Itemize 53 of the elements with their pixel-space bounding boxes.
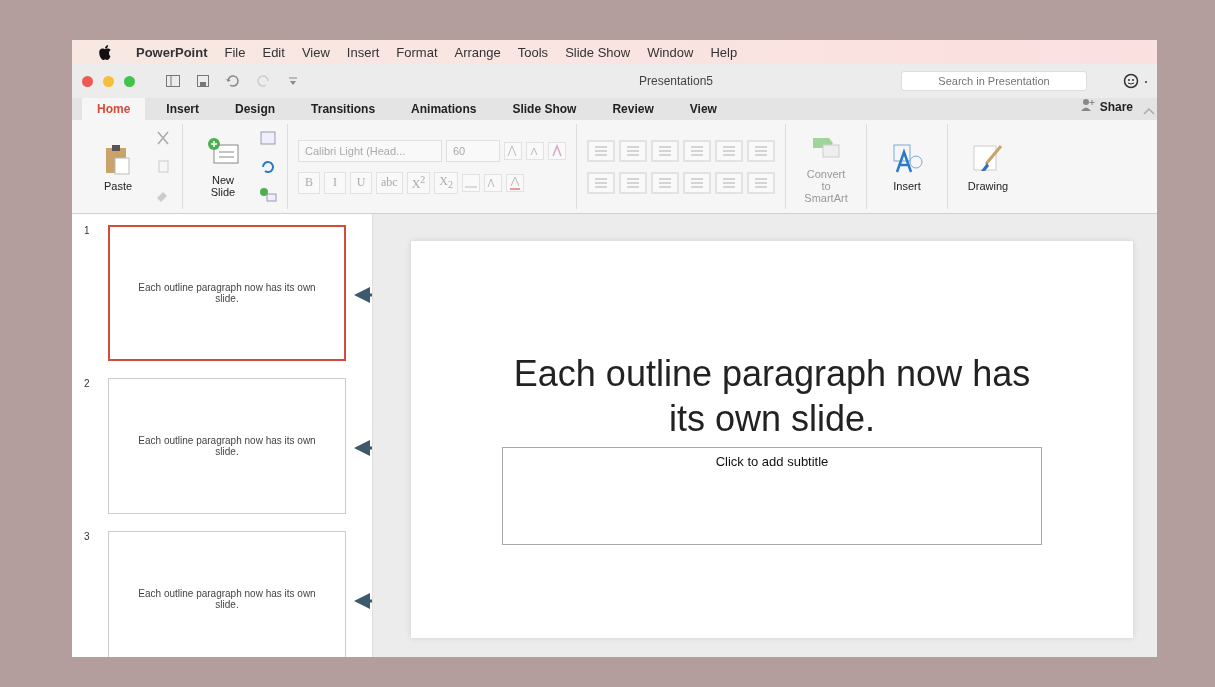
menu-item[interactable]: Arrange bbox=[454, 44, 501, 60]
close-button[interactable] bbox=[82, 75, 93, 87]
slide-number: 2 bbox=[84, 378, 88, 389]
grow-font-icon[interactable] bbox=[504, 141, 522, 160]
window-title: Presentation5 bbox=[637, 74, 715, 88]
smiley-icon[interactable] bbox=[1123, 73, 1149, 89]
menu-item[interactable]: Help bbox=[710, 44, 738, 60]
ribbon-tab[interactable]: Slide Show bbox=[497, 98, 592, 120]
thumbnail-text: Each outline paragraph now has its own slide. bbox=[137, 588, 317, 610]
menu-item[interactable]: Insert bbox=[346, 44, 380, 60]
menu-item[interactable]: View bbox=[301, 44, 330, 60]
slide-number: 3 bbox=[84, 531, 88, 542]
slide-thumbnail[interactable]: Each outline paragraph now has its own slide. bbox=[108, 378, 346, 514]
minimize-button[interactable] bbox=[103, 75, 114, 87]
paste-button[interactable]: Paste bbox=[88, 140, 148, 193]
ribbon-tab[interactable]: Insert bbox=[151, 98, 215, 120]
app-menu[interactable]: PowerPoint bbox=[136, 44, 208, 60]
slide-number: 1 bbox=[84, 225, 88, 236]
ribbon-tab[interactable]: Transitions bbox=[296, 98, 391, 120]
ribbon-tab[interactable]: View bbox=[674, 98, 732, 120]
menu-item[interactable]: Tools bbox=[517, 44, 549, 60]
redo-icon[interactable] bbox=[255, 73, 271, 89]
save-icon[interactable] bbox=[195, 73, 211, 89]
apple-icon bbox=[98, 44, 111, 60]
menu-item[interactable]: Format bbox=[396, 44, 438, 60]
ribbon-tab[interactable]: Home bbox=[82, 98, 146, 120]
undo-icon[interactable] bbox=[225, 73, 241, 89]
slide-title[interactable]: Each outline paragraph now has its own slide. bbox=[492, 351, 1052, 441]
sidebar-icon[interactable] bbox=[165, 73, 181, 89]
layout-icon[interactable] bbox=[259, 129, 277, 148]
search-field[interactable]: Search in Presentation bbox=[901, 71, 1087, 91]
menu-item[interactable]: Edit bbox=[262, 44, 285, 60]
person-add-icon bbox=[1079, 97, 1096, 113]
subtitle-placeholder[interactable]: Click to add subtitle bbox=[502, 447, 1042, 545]
ribbon-tab[interactable]: Review bbox=[597, 98, 669, 120]
ribbon-tab[interactable]: Animations bbox=[396, 98, 492, 120]
slide-thumbnail[interactable]: Each outline paragraph now has its own slide. bbox=[108, 531, 346, 657]
slide-thumbnail[interactable]: Each outline paragraph now has its own slide. bbox=[108, 225, 346, 361]
thumbnail-text: Each outline paragraph now has its own slide. bbox=[137, 282, 317, 304]
drawing-button[interactable]: Drawing bbox=[958, 140, 1018, 193]
section-icon[interactable] bbox=[259, 185, 277, 204]
zoom-button[interactable] bbox=[124, 75, 135, 87]
thumbnail-text: Each outline paragraph now has its own slide. bbox=[137, 435, 317, 457]
menu-item[interactable]: File bbox=[224, 44, 246, 60]
menu-item[interactable]: Slide Show bbox=[565, 44, 631, 60]
shrink-font-icon[interactable] bbox=[526, 141, 544, 160]
new-slide-button[interactable]: New Slide bbox=[193, 134, 253, 199]
menu-item[interactable]: Window bbox=[647, 44, 694, 60]
insert-button[interactable]: Insert bbox=[877, 140, 937, 193]
font-color-icon[interactable] bbox=[506, 173, 524, 192]
ribbon-tab[interactable]: Design bbox=[220, 98, 291, 120]
clear-format-icon[interactable] bbox=[548, 141, 566, 160]
share-button[interactable]: Share bbox=[1071, 97, 1141, 120]
